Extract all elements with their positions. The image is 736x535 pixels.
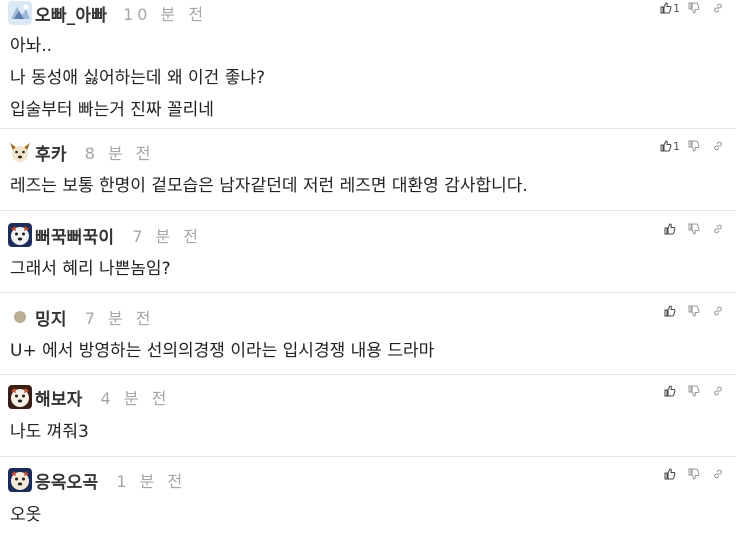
like-button[interactable] bbox=[658, 303, 682, 319]
comment-nickname[interactable]: 응옥오곡 bbox=[35, 468, 98, 493]
dog-avatar-icon[interactable] bbox=[8, 468, 32, 492]
comment-header: 오빠_아빠 10 분 전 bbox=[8, 1, 208, 26]
comment-body: U+ 에서 방영하는 선의의경쟁 이라는 입시경쟁 내용 드라마 bbox=[10, 335, 434, 367]
thumbs-down-icon bbox=[688, 223, 700, 235]
like-count: 1 bbox=[673, 1, 680, 15]
dislike-button[interactable] bbox=[682, 0, 706, 16]
comment-body: 오옷 bbox=[10, 499, 41, 531]
comment-line: 입술부터 빠는거 진짜 꼴리네 bbox=[10, 100, 214, 120]
dog-avatar-icon[interactable] bbox=[8, 223, 32, 247]
link-button[interactable] bbox=[706, 466, 730, 482]
comment-line: 그래서 혜리 나쁜놈임? bbox=[10, 259, 171, 279]
comment-nickname[interactable]: 뻐꾹뻐꾹이 bbox=[35, 223, 114, 248]
comment-actions bbox=[658, 303, 730, 319]
dog-avatar-icon[interactable] bbox=[8, 140, 32, 164]
comment-item: 해보자 4 분 전 나도 껴줘3 bbox=[0, 375, 736, 456]
dislike-button[interactable] bbox=[682, 221, 706, 237]
comment-item: 후카 8 분 전 1 레즈는 보통 한명이 겉모습은 남자같던데 저런 레즈면 … bbox=[0, 129, 736, 210]
comment-line: U+ 에서 방영하는 선의의경쟁 이라는 입시경쟁 내용 드라마 bbox=[10, 341, 435, 361]
link-icon bbox=[714, 3, 722, 13]
comment-nickname[interactable]: 해보자 bbox=[35, 385, 83, 410]
dislike-button[interactable] bbox=[682, 138, 706, 154]
like-count: 1 bbox=[673, 139, 680, 153]
comment-body: 아놔.. 나 동성애 싫어하는데 왜 이건 좋냐? 입술부터 빠는거 진짜 꼴리… bbox=[10, 30, 265, 126]
thumbs-down-icon bbox=[688, 2, 700, 14]
link-icon bbox=[714, 141, 722, 151]
link-button[interactable] bbox=[706, 383, 730, 399]
link-button[interactable] bbox=[706, 0, 730, 16]
comment-nickname[interactable]: 밍지 bbox=[35, 305, 67, 330]
comment-time: 7 분 전 bbox=[132, 227, 202, 246]
comment-time: 1 분 전 bbox=[116, 472, 187, 491]
like-button[interactable] bbox=[658, 383, 682, 399]
link-button[interactable] bbox=[706, 221, 730, 237]
thumbs-up-icon bbox=[664, 468, 676, 480]
thumbs-down-icon bbox=[688, 468, 700, 480]
like-button[interactable] bbox=[658, 221, 682, 237]
ice-avatar-icon[interactable] bbox=[8, 1, 32, 25]
like-button[interactable] bbox=[658, 466, 682, 482]
comment-nickname[interactable]: 후카 bbox=[35, 140, 67, 165]
comment-actions bbox=[658, 466, 730, 482]
comment-time: 8 분 전 bbox=[84, 144, 155, 163]
like-button[interactable]: 1 bbox=[658, 138, 682, 154]
thumbs-up-icon bbox=[660, 140, 672, 152]
thumbs-up-icon bbox=[664, 385, 676, 397]
like-button[interactable]: 1 bbox=[658, 0, 682, 16]
thumbs-up-icon bbox=[664, 223, 676, 235]
thumbs-down-icon bbox=[688, 140, 700, 152]
dot-avatar-icon[interactable] bbox=[8, 305, 32, 329]
comment-line: 레즈는 보통 한명이 겉모습은 남자같던데 저런 레즈면 대환영 감사합니다. bbox=[10, 176, 528, 196]
link-button[interactable] bbox=[706, 138, 730, 154]
thumbs-down-icon bbox=[688, 305, 700, 317]
comment-body: 레즈는 보통 한명이 겉모습은 남자같던데 저런 레즈면 대환영 감사합니다. bbox=[10, 170, 528, 202]
avatar-dot bbox=[14, 311, 26, 323]
dog-avatar-icon[interactable] bbox=[8, 385, 32, 409]
link-icon bbox=[714, 469, 722, 479]
comment-item: 오빠_아빠 10 분 전 1 아놔.. 나 동성애 싫어하는데 왜 이건 좋냐?… bbox=[0, 0, 736, 128]
link-icon bbox=[714, 386, 722, 396]
thumbs-up-icon bbox=[660, 2, 672, 14]
comment-item: 뻐꾹뻐꾹이 7 분 전 그래서 혜리 나쁜놈임? bbox=[0, 211, 736, 292]
dislike-button[interactable] bbox=[682, 303, 706, 319]
comment-line: 아놔.. bbox=[10, 36, 53, 56]
dislike-button[interactable] bbox=[682, 466, 706, 482]
comment-header: 뻐꾹뻐꾹이 7 분 전 bbox=[8, 223, 202, 248]
comment-item: 응옥오곡 1 분 전 오옷 bbox=[0, 457, 736, 535]
comment-actions: 1 bbox=[658, 138, 730, 154]
comment-actions bbox=[658, 383, 730, 399]
link-icon bbox=[714, 224, 722, 234]
comment-line: 나 동성애 싫어하는데 왜 이건 좋냐? bbox=[10, 68, 266, 88]
comment-actions: 1 bbox=[658, 0, 730, 16]
comment-header: 해보자 4 분 전 bbox=[8, 385, 171, 410]
comment-line: 오옷 bbox=[10, 505, 42, 525]
comment-header: 응옥오곡 1 분 전 bbox=[8, 468, 187, 493]
comment-actions bbox=[658, 221, 730, 237]
dislike-button[interactable] bbox=[682, 383, 706, 399]
comment-time: 7 분 전 bbox=[84, 309, 155, 328]
thumbs-down-icon bbox=[688, 385, 700, 397]
comment-time: 4 분 전 bbox=[100, 389, 171, 408]
comment-nickname[interactable]: 오빠_아빠 bbox=[35, 1, 107, 26]
thumbs-up-icon bbox=[664, 305, 676, 317]
comment-header: 밍지 7 분 전 bbox=[8, 305, 155, 330]
comment-line: 나도 껴줘3 bbox=[10, 422, 89, 442]
comment-time: 10 분 전 bbox=[123, 5, 208, 24]
link-icon bbox=[714, 306, 722, 316]
link-button[interactable] bbox=[706, 303, 730, 319]
comment-body: 그래서 혜리 나쁜놈임? bbox=[10, 253, 171, 285]
comment-item: 밍지 7 분 전 U+ 에서 방영하는 선의의경쟁 이라는 입시경쟁 내용 드라… bbox=[0, 293, 736, 374]
comment-body: 나도 껴줘3 bbox=[10, 416, 89, 448]
comment-header: 후카 8 분 전 bbox=[8, 140, 155, 165]
